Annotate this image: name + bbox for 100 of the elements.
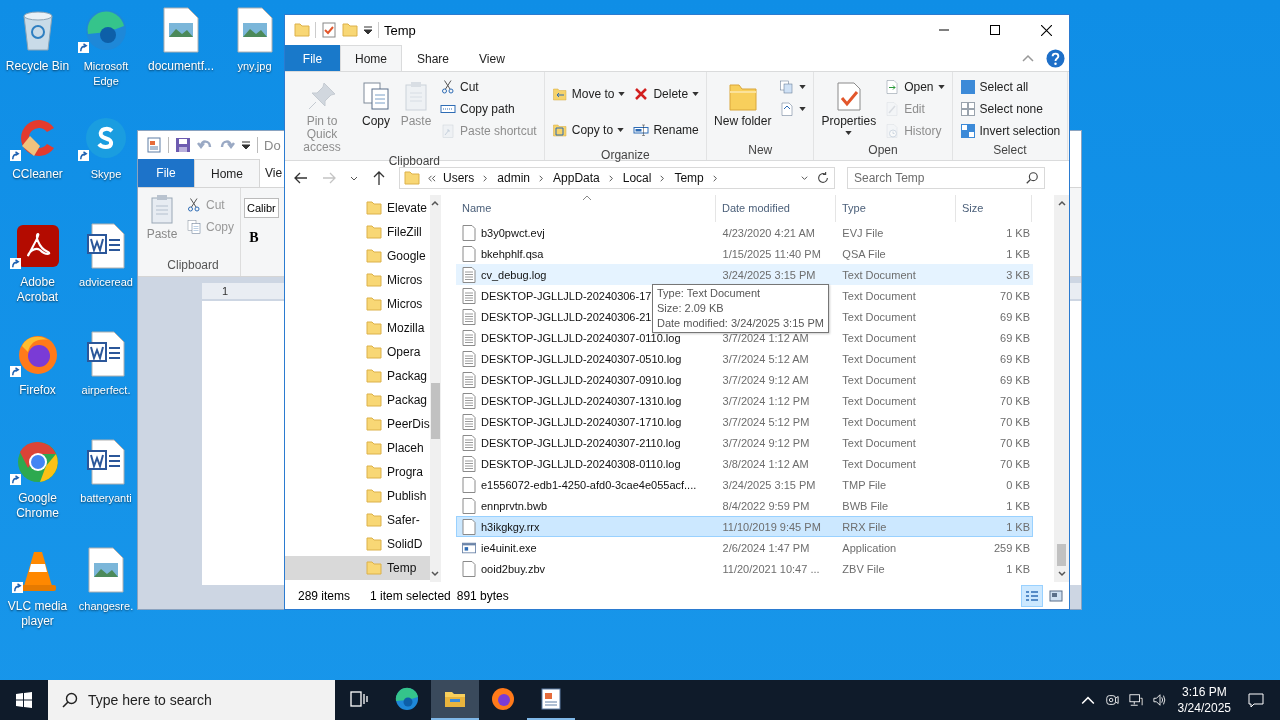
caret-icon [617,128,625,132]
folder-tree-item[interactable]: Packag [285,364,430,388]
taskbar-app-button[interactable] [431,680,479,720]
ribbon-button[interactable]: Delete [630,76,703,112]
delete-icon [633,86,650,102]
scrollbar[interactable] [429,195,441,582]
column-header[interactable]: Size [956,195,1032,222]
folder-tree-item[interactable]: Publish [285,484,430,508]
ribbon-tab[interactable]: Vie [260,159,288,187]
folder-tree-item[interactable]: SolidD [285,532,430,556]
file-row[interactable]: h3ikgkgy.rrx 11/10/2019 9:45 PM RRX File 1 KB [456,516,1033,537]
volume-icon[interactable] [1152,693,1167,707]
file-name: ooid2buy.zbv [481,562,545,575]
network-icon[interactable] [1128,693,1143,707]
scroll-thumb[interactable] [430,383,440,439]
save-icon[interactable] [175,137,191,153]
text-file-icon [462,434,476,451]
column-header[interactable]: Type [836,195,956,222]
ribbon-tab[interactable]: Home [194,159,260,187]
group-label: Organize [600,148,651,164]
overflow-chevron-icon[interactable] [427,173,436,183]
clock[interactable]: 3:16 PM 3/24/2025 [1177,684,1231,716]
ribbon-tab[interactable]: File [138,159,194,187]
folder-tree-item[interactable]: Google [285,244,430,268]
font-field[interactable]: Calibr [244,198,279,218]
date-cell-text: 3/7/2024 5:12 AM [721,352,810,365]
folder-name: Opera [387,345,421,359]
ribbon-tab[interactable]: Share [402,45,465,71]
image-file-icon [87,547,125,593]
breadcrumb[interactable]: Local [622,171,652,185]
type-cell-text: BWB File [841,499,890,512]
folder-tree-item[interactable]: Placeh [285,436,430,460]
camera-icon[interactable] [1104,693,1119,707]
ribbon-tab[interactable]: File [285,45,340,71]
file-row[interactable]: cv_debug.log 3/24/2025 3:15 PM Text Document 3 KB [456,264,1033,285]
ribbon-button[interactable]: Copy path [437,98,540,120]
folder-tree-item[interactable]: FileZill [285,220,430,244]
help-icon[interactable] [1046,48,1065,68]
scroll-thumb[interactable] [1057,544,1066,566]
text-file-icon [462,266,476,283]
folder-name: Placeh [387,441,424,455]
scroll-down-icon[interactable] [430,569,441,579]
column-header[interactable]: Date modified [716,195,836,222]
folder-tree-item[interactable]: Progra [285,460,430,484]
refresh-icon[interactable] [816,171,830,185]
window-title: Temp [384,22,416,38]
desktop-icon-label: documentf... [147,59,214,74]
scrollbar[interactable] [1054,195,1069,582]
ribbon-button[interactable]: Copy [357,76,395,128]
bold-button[interactable]: B [244,230,264,246]
scroll-up-icon[interactable] [430,198,441,208]
ribbon-button[interactable]: Move to [548,76,629,112]
folder-tree-item[interactable]: Mozilla [285,316,430,340]
collapse-ribbon-icon[interactable] [1022,54,1034,62]
notifications-icon[interactable] [1248,692,1264,708]
file-name: ie4uinit.exe [481,541,537,554]
up-arrow-icon[interactable] [371,170,387,186]
size-cell-text: 3 KB [1005,268,1031,281]
ribbon-button[interactable]: Properties [818,76,880,135]
breadcrumb[interactable]: Temp [674,171,704,185]
address-bar[interactable]: Users admin AppData Local Temp [399,167,835,189]
dropdown-icon[interactable] [363,25,373,35]
ribbon-button[interactable]: Select all [956,76,1064,98]
ribbon-button[interactable]: Invert selection [956,120,1064,142]
chevron-icon[interactable] [710,173,720,183]
ribbon-tab[interactable]: Home [340,45,402,71]
back-arrow-icon[interactable] [293,170,309,186]
folder-tree-item[interactable]: Micros [285,292,430,316]
breadcrumb[interactable]: Users [443,171,475,185]
ribbon-button[interactable]: Cut [437,76,540,98]
folder-tree-item[interactable]: Temp [285,556,430,580]
ribbon-button[interactable]: Open [881,76,948,98]
details-view-button[interactable] [1021,584,1043,607]
folder-tree-item[interactable]: Elevate [285,196,430,220]
chevron-icon[interactable] [606,173,616,183]
size-cell-text: 70 KB [999,457,1031,470]
ribbon-button[interactable]: Copy to [548,112,629,148]
breadcrumb[interactable]: AppData [553,171,600,185]
ribbon-tab[interactable]: View [464,45,520,71]
ribbon-button[interactable]: New folder [711,76,775,128]
dropdown-icon[interactable] [241,140,251,150]
scroll-down-icon[interactable] [1056,569,1067,579]
file-name: bkehphlf.qsa [481,247,544,260]
ribbon-button[interactable]: Rename [630,112,703,148]
properties-icon[interactable] [321,22,337,38]
file-name: b3y0pwct.evj [481,226,545,239]
ribbon-button[interactable]: Select none [956,98,1064,120]
folder-tree-item[interactable]: Micros [285,268,430,292]
search-field[interactable]: Search Temp [847,167,1045,189]
scroll-up-icon[interactable] [1056,198,1067,208]
column-header[interactable]: Name [456,195,716,222]
folder-tree-item[interactable]: PeerDis [285,412,430,436]
breadcrumb[interactable]: admin [497,171,531,185]
group-label: Open [867,143,899,159]
folder-tree-item[interactable]: Safer- [285,508,430,532]
folder-tree-item[interactable]: Opera [285,340,430,364]
size-cell-text: 70 KB [999,436,1031,449]
folder-tree-item[interactable]: Packag [285,388,430,412]
size-cell-text: 69 KB [999,352,1031,365]
taskbar-search-field[interactable]: Type here to search [48,680,335,720]
